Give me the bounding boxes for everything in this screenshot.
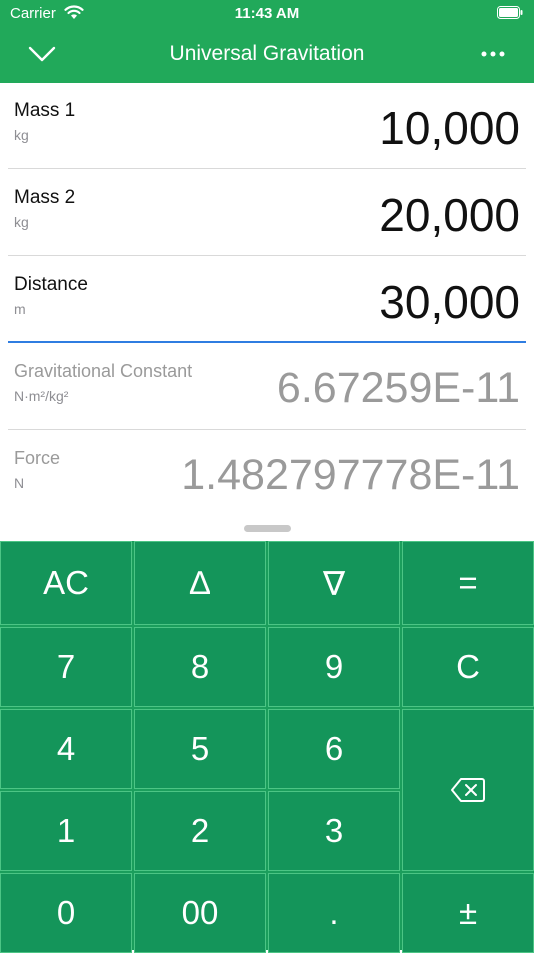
mass1-unit: kg [14, 127, 29, 143]
keypad-drag-handle[interactable] [244, 525, 291, 532]
gravitational-constant-unit: N·m²/kg² [14, 388, 69, 404]
battery-icon [497, 6, 523, 19]
key-backspace[interactable] [402, 709, 534, 871]
key-2[interactable]: 2 [134, 791, 266, 871]
gravitational-constant-row[interactable]: Gravitational Constant N·m²/kg² 6.67259E… [0, 344, 534, 430]
clock: 11:43 AM [234, 5, 300, 22]
page-title: Universal Gravitation [169, 42, 365, 65]
mass1-row[interactable]: Mass 1 kg 10,000 [0, 83, 534, 169]
key-decimal[interactable]: . [268, 873, 400, 953]
distance-row[interactable]: Distance m 30,000 [0, 257, 534, 343]
mass2-row[interactable]: Mass 2 kg 20,000 [0, 170, 534, 256]
key-5[interactable]: 5 [134, 709, 266, 789]
divider [8, 255, 526, 256]
key-7[interactable]: 7 [0, 627, 132, 707]
key-previous-field[interactable]: ∆ [134, 541, 266, 625]
mass2-value[interactable]: 20,000 [379, 188, 520, 242]
key-3[interactable]: 3 [268, 791, 400, 871]
key-6[interactable]: 6 [268, 709, 400, 789]
key-00[interactable]: 00 [134, 873, 266, 953]
key-equals[interactable]: = [402, 541, 534, 625]
gravitational-constant-value[interactable]: 6.67259E-11 [277, 364, 520, 413]
key-9[interactable]: 9 [268, 627, 400, 707]
distance-unit: m [14, 301, 26, 317]
key-4[interactable]: 4 [0, 709, 132, 789]
mass1-label: Mass 1 [14, 100, 76, 121]
force-label: Force [14, 448, 61, 468]
status-bar: Carrier 11:43 AM [0, 0, 534, 28]
key-1[interactable]: 1 [0, 791, 132, 871]
key-next-field[interactable]: ∇ [268, 541, 400, 625]
force-row[interactable]: Force N 1.482797778E-11 [0, 431, 534, 517]
mass2-label: Mass 2 [14, 187, 76, 208]
keypad: AC ∆ ∇ = 7 8 9 C 4 5 6 1 2 3 0 00 . ± [0, 541, 534, 953]
distance-label: Distance [14, 274, 88, 295]
distance-value[interactable]: 30,000 [379, 275, 520, 329]
active-field-indicator [8, 341, 526, 343]
force-value[interactable]: 1.482797778E-11 [181, 451, 520, 500]
backspace-icon [451, 778, 485, 802]
divider [8, 168, 526, 169]
divider [8, 429, 526, 430]
mass1-value[interactable]: 10,000 [379, 101, 520, 155]
key-clear[interactable]: C [402, 627, 534, 707]
key-8[interactable]: 8 [134, 627, 266, 707]
gravitational-constant-label: Gravitational Constant [14, 361, 193, 381]
key-0[interactable]: 0 [0, 873, 132, 953]
nav-bar: Universal Gravitation [0, 28, 534, 83]
key-plus-minus[interactable]: ± [402, 873, 534, 953]
mass2-unit: kg [14, 214, 29, 230]
force-unit: N [14, 475, 25, 491]
key-ac[interactable]: AC [0, 541, 132, 625]
more-icon[interactable] [480, 50, 506, 58]
